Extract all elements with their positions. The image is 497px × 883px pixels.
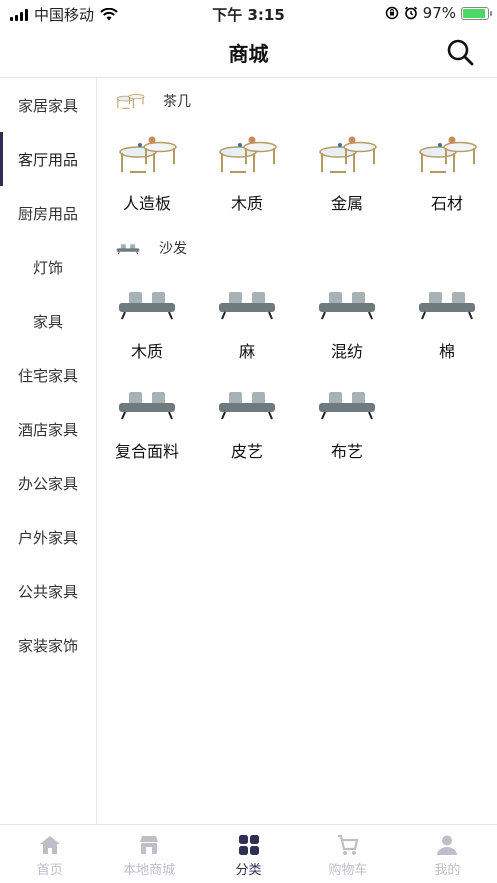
product-category-item[interactable]: 皮艺 (197, 382, 297, 462)
sidebar-item-label: 户外家具 (17, 528, 78, 547)
product-category-item[interactable]: 混纺 (297, 282, 397, 362)
tab-profile[interactable]: 我的 (398, 825, 497, 883)
sidebar-item[interactable]: 户外家具 (0, 510, 96, 564)
item-label: 人造板 (122, 194, 171, 213)
item-label: 木质 (130, 342, 163, 361)
sidebar-item-label: 灯饰 (32, 258, 63, 277)
item-label: 布艺 (330, 442, 363, 461)
sidebar-item-label: 住宅家具 (17, 366, 78, 385)
category-content: 茶几 人造板 木质 金属 石材 沙发 木质 麻 混纺 棉 复合面料 皮艺 布艺 (97, 78, 497, 824)
tab-label: 本地商城 (123, 863, 176, 878)
sofa-icon (119, 292, 175, 320)
tab-home[interactable]: 首页 (0, 825, 99, 883)
coffee-table-icon (119, 136, 177, 173)
alarm-icon (404, 6, 417, 20)
category-sidebar: 家居家具 客厅用品 厨房用品 灯饰 家具 住宅家具 酒店家具 办公家具 户外家具… (0, 78, 97, 824)
item-label: 金属 (330, 194, 363, 213)
battery-icon (461, 6, 492, 20)
status-bar: 中国移动 下午 3:15 97% (0, 0, 497, 26)
section-header-coffee-table: 茶几 (115, 90, 191, 112)
sidebar-item[interactable]: 酒店家具 (0, 402, 96, 456)
category-icon (238, 835, 259, 855)
item-label: 皮艺 (230, 442, 263, 461)
item-label: 复合面料 (114, 442, 179, 461)
sidebar-item-label: 公共家具 (17, 582, 78, 601)
sidebar-item-label: 办公家具 (17, 474, 78, 493)
coffee-table-icon (219, 136, 277, 173)
sidebar-item-label: 家居家具 (17, 96, 78, 115)
product-category-item[interactable]: 布艺 (297, 382, 397, 462)
cart-icon (337, 834, 359, 855)
search-icon[interactable] (445, 37, 475, 67)
status-right: 97% (385, 4, 492, 22)
sofa-icon (116, 244, 140, 255)
nav-bar: 商城 (0, 26, 497, 78)
item-label: 麻 (238, 342, 255, 361)
orientation-lock-icon (385, 6, 398, 20)
sofa-icon (319, 292, 375, 320)
tab-label: 我的 (434, 863, 461, 878)
tab-cart[interactable]: 购物车 (298, 825, 397, 883)
user-icon (437, 835, 458, 855)
sidebar-item-label: 厨房用品 (17, 204, 78, 223)
product-category-item[interactable]: 金属 (297, 134, 397, 214)
product-category-item[interactable]: 麻 (197, 282, 297, 362)
item-label: 木质 (230, 194, 263, 213)
tab-label: 购物车 (328, 863, 368, 878)
sidebar-item[interactable]: 家具 (0, 294, 96, 348)
sidebar-item[interactable]: 灯饰 (0, 240, 96, 294)
sidebar-item-label: 酒店家具 (17, 420, 78, 439)
page-title: 商城 (228, 42, 269, 66)
product-category-item[interactable]: 复合面料 (97, 382, 197, 462)
sidebar-item[interactable]: 住宅家具 (0, 348, 96, 402)
product-category-item[interactable]: 石材 (397, 134, 497, 214)
section-title: 沙发 (159, 241, 187, 257)
sidebar-item[interactable]: 公共家具 (0, 564, 96, 618)
sidebar-item[interactable]: 厨房用品 (0, 186, 96, 240)
item-label: 石材 (430, 194, 463, 213)
sofa-icon (319, 392, 375, 420)
battery-percent: 97% (422, 4, 456, 22)
store-icon (140, 836, 159, 854)
sidebar-item[interactable]: 办公家具 (0, 456, 96, 510)
product-category-item[interactable]: 木质 (197, 134, 297, 214)
tab-category[interactable]: 分类 (199, 825, 298, 883)
section-title: 茶几 (163, 94, 191, 110)
sidebar-item-label: 客厅用品 (17, 150, 78, 169)
sofa-icon (119, 392, 175, 420)
tab-local-store[interactable]: 本地商城 (99, 825, 198, 883)
product-category-item[interactable]: 人造板 (97, 134, 197, 214)
tab-bar: 首页 本地商城 分类 购物车 我的 (0, 824, 497, 883)
sofa-icon (219, 392, 275, 420)
sidebar-item[interactable]: 家装家饰 (0, 618, 96, 672)
product-category-item[interactable]: 木质 (97, 282, 197, 362)
product-category-item[interactable]: 棉 (397, 282, 497, 362)
coffee-table-icon (419, 136, 477, 173)
sidebar-item-label: 家具 (32, 312, 63, 331)
home-icon (39, 836, 60, 854)
item-label: 棉 (438, 342, 455, 361)
coffee-table-icon (319, 136, 377, 173)
tab-label: 首页 (36, 863, 63, 878)
tab-label: 分类 (235, 863, 262, 878)
section-header-sofa: 沙发 (115, 238, 187, 258)
sofa-icon (219, 292, 275, 320)
sidebar-item-active[interactable]: 客厅用品 (0, 132, 96, 186)
sofa-icon (419, 292, 475, 320)
sidebar-item-label: 家装家饰 (17, 636, 78, 655)
item-label: 混纺 (330, 342, 363, 361)
sidebar-item[interactable]: 家居家具 (0, 78, 96, 132)
coffee-table-icon (116, 94, 145, 109)
